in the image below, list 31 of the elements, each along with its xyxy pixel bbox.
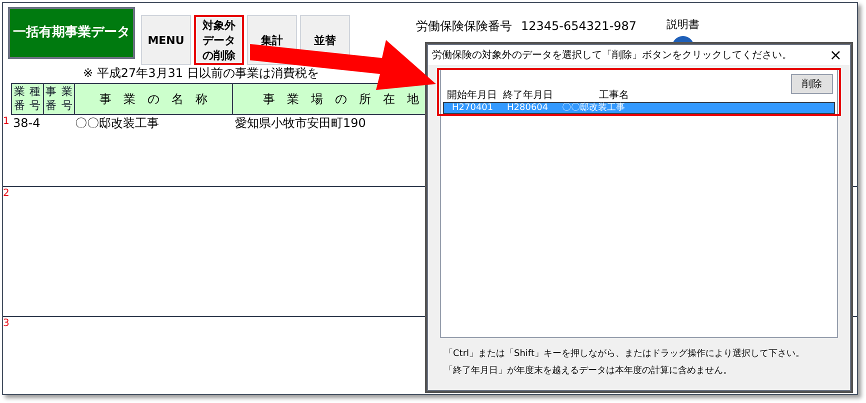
- column-header: 号: [28, 99, 41, 113]
- column-header: 開始年月日: [447, 90, 498, 102]
- column-header: 番: [14, 99, 26, 113]
- column-header: 事 業 場 の 所 在 地: [263, 91, 420, 108]
- column-header: 業: [60, 85, 72, 99]
- instruction-text: 「終了年月日」が年度末を越えるデータは本年度の計算に含めません。: [444, 365, 733, 377]
- column-header: 終了年月日: [503, 90, 554, 102]
- field-value: 12345-654321-987: [521, 18, 637, 35]
- column-header: 事: [46, 85, 58, 99]
- note-text: ※ 平成27年3月31 日以前の事業は消費税を: [83, 65, 320, 82]
- field-label: 労働保険保険番号: [416, 18, 513, 35]
- table-cell-text: 愛知県小牧市安田町190: [235, 115, 367, 131]
- toolbar-button[interactable]: 対象外 データ の削除: [194, 15, 244, 65]
- dialog-title: 労働保険の対象外のデータを選択して「削除」ボタンをクリックしてください。: [432, 48, 793, 62]
- column-header: 工事名: [599, 90, 629, 102]
- delete-button[interactable]: 削除: [791, 74, 833, 94]
- row-number: 3: [3, 317, 10, 331]
- column-header: 番: [46, 99, 58, 113]
- toolbar-button[interactable]: MENU: [141, 15, 191, 65]
- help-label: 説明書: [666, 17, 700, 33]
- column-header: 号: [60, 99, 72, 113]
- table-cell-text: 38-4: [12, 115, 42, 131]
- close-button[interactable]: ×: [825, 48, 846, 62]
- row-number: 1: [3, 115, 10, 129]
- column-header: 業: [14, 85, 26, 99]
- table-cell-text: 〇〇邸改装工事: [75, 115, 160, 131]
- column-header: 種: [28, 85, 41, 99]
- title-button[interactable]: 一括有期事業データ: [8, 7, 135, 59]
- column-header: 事 業 の 名 称: [100, 91, 208, 108]
- instruction-text: 「Ctrl」または「Shift」キーを押しながら、またはドラッグ操作により選択して下さい。: [444, 348, 806, 360]
- row-number: 2: [3, 187, 10, 201]
